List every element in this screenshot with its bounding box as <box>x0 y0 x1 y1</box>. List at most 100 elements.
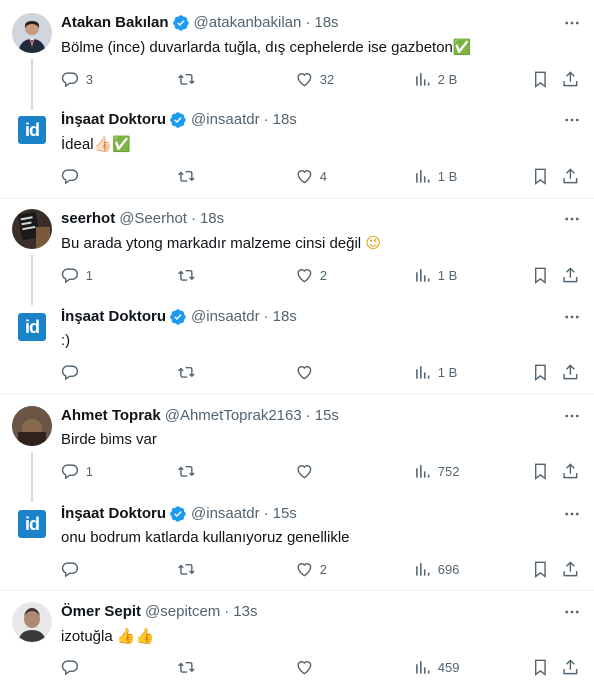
reply-button[interactable]: 1 <box>61 265 93 285</box>
tweet-atakan[interactable]: Atakan Bakılan @atakanbakilan · 18s Bölm… <box>0 13 594 115</box>
author-name[interactable]: Atakan Bakılan <box>61 13 169 33</box>
retweet-button[interactable] <box>177 559 202 579</box>
avatar-omer[interactable] <box>12 602 52 642</box>
avatar-atakan[interactable] <box>12 13 52 53</box>
more-icon[interactable] <box>562 504 582 524</box>
tweet-insaat-2[interactable]: id İnşaat Doktoru @insaatdr · 18s :) 1 B <box>0 307 594 387</box>
retweet-icon <box>178 366 195 378</box>
share-button[interactable] <box>561 265 580 285</box>
tweet-text: onu bodrum katlarda kullanıyoruz genelli… <box>61 528 582 548</box>
share-button[interactable] <box>561 559 580 579</box>
author-name[interactable]: Ahmet Toprak <box>61 406 161 426</box>
bookmark-button[interactable] <box>531 69 550 89</box>
tweet-ahmet[interactable]: Ahmet Toprak @AhmetToprak2163 · 15s Bird… <box>0 406 594 502</box>
share-icon <box>563 462 578 478</box>
author-handle[interactable]: @insaatdr <box>191 110 260 130</box>
views-button[interactable]: 1 B <box>413 362 457 382</box>
more-icon[interactable] <box>562 307 582 327</box>
retweet-button[interactable] <box>177 69 202 89</box>
tweet-text-body: :) <box>61 332 71 349</box>
tweet-actions: 1 2 1 B <box>61 265 582 285</box>
like-button[interactable] <box>295 461 320 481</box>
views-button[interactable]: 1 B <box>413 166 457 186</box>
avatar-insaat[interactable]: id <box>12 504 52 544</box>
views-button[interactable]: 2 B <box>413 69 457 89</box>
reply-button[interactable]: 1 <box>61 461 93 481</box>
like-icon <box>297 365 312 380</box>
thread-connector <box>31 59 33 115</box>
author-name[interactable]: İnşaat Doktoru <box>61 504 166 524</box>
share-button[interactable] <box>561 657 580 677</box>
like-button[interactable]: 2 <box>295 265 327 285</box>
more-icon[interactable] <box>562 602 582 622</box>
bookmark-button[interactable] <box>531 657 550 677</box>
author-name[interactable]: Ömer Sepit <box>61 602 141 622</box>
bookmark-button[interactable] <box>531 362 550 382</box>
retweet-button[interactable] <box>177 166 202 186</box>
tweet-actions: 1 752 <box>61 461 582 481</box>
author-handle[interactable]: @AhmetToprak2163 <box>165 406 302 426</box>
retweet-button[interactable] <box>177 657 202 677</box>
bookmark-button[interactable] <box>531 166 550 186</box>
like-button[interactable]: 2 <box>295 559 327 579</box>
bookmark-button[interactable] <box>531 559 550 579</box>
author-handle[interactable]: @sepitcem <box>145 602 220 622</box>
share-button[interactable] <box>561 166 580 186</box>
author-handle[interactable]: @atakanbakilan <box>194 13 302 33</box>
like-button[interactable]: 32 <box>295 69 334 89</box>
like-button[interactable] <box>295 657 320 677</box>
tweet-time[interactable]: 18s <box>200 209 224 229</box>
more-icon[interactable] <box>562 406 582 426</box>
reply-button[interactable] <box>61 362 86 382</box>
tweet-seerhot[interactable]: seerhot @Seerhot · 18s Bu arada ytong ma… <box>0 209 594 305</box>
reply-button[interactable] <box>61 166 86 186</box>
tweet-text-body: onu bodrum katlarda kullanıyoruz genelli… <box>61 529 350 546</box>
views-button[interactable]: 459 <box>413 657 459 677</box>
like-button[interactable]: 4 <box>295 166 327 186</box>
author-name[interactable]: seerhot <box>61 209 115 229</box>
thread-connector <box>31 255 33 305</box>
share-button[interactable] <box>561 362 580 382</box>
views-icon <box>416 72 430 86</box>
emoji: ✅ <box>452 38 472 56</box>
bookmark-button[interactable] <box>531 265 550 285</box>
avatar-insaat[interactable]: id <box>12 110 52 150</box>
views-button[interactable]: 696 <box>413 559 459 579</box>
tweet-omer[interactable]: Ömer Sepit @sepitcem · 13s izotuğla 👍👍 4… <box>0 602 594 684</box>
avatar-seerhot[interactable] <box>12 209 52 249</box>
tweet-time[interactable]: 18s <box>273 307 297 327</box>
tweet-insaat-1[interactable]: id İnşaat Doktoru @insaatdr · 18s İdeal👍… <box>0 110 594 190</box>
retweet-button[interactable] <box>177 461 202 481</box>
tweet-time[interactable]: 15s <box>315 406 339 426</box>
avatar-ahmet[interactable] <box>12 406 52 446</box>
author-name[interactable]: İnşaat Doktoru <box>61 307 166 327</box>
share-button[interactable] <box>561 461 580 481</box>
tweet-time[interactable]: 18s <box>273 110 297 130</box>
emoji: 😉 <box>365 234 381 252</box>
tweet-time[interactable]: 18s <box>314 13 338 33</box>
views-button[interactable]: 1 B <box>413 265 457 285</box>
avatar-insaat[interactable]: id <box>12 307 52 347</box>
author-name[interactable]: İnşaat Doktoru <box>61 110 166 130</box>
bookmark-button[interactable] <box>531 461 550 481</box>
tweet-actions: 3 32 2 B <box>61 69 582 89</box>
reply-button[interactable]: 3 <box>61 69 93 89</box>
author-handle[interactable]: @insaatdr <box>191 307 260 327</box>
share-icon <box>563 70 578 86</box>
reply-icon <box>61 72 79 87</box>
tweet-insaat-3[interactable]: id İnşaat Doktoru @insaatdr · 15s onu bo… <box>0 504 594 584</box>
share-button[interactable] <box>561 69 580 89</box>
reply-button[interactable] <box>61 657 86 677</box>
more-icon[interactable] <box>562 13 582 33</box>
like-button[interactable] <box>295 362 320 382</box>
reply-button[interactable] <box>61 559 86 579</box>
retweet-button[interactable] <box>177 265 202 285</box>
views-button[interactable]: 752 <box>413 461 459 481</box>
author-handle[interactable]: @Seerhot <box>119 209 187 229</box>
tweet-time[interactable]: 15s <box>273 504 297 524</box>
retweet-button[interactable] <box>177 362 202 382</box>
tweet-time[interactable]: 13s <box>233 602 257 622</box>
author-handle[interactable]: @insaatdr <box>191 504 260 524</box>
more-icon[interactable] <box>562 110 582 130</box>
more-icon[interactable] <box>562 209 582 229</box>
